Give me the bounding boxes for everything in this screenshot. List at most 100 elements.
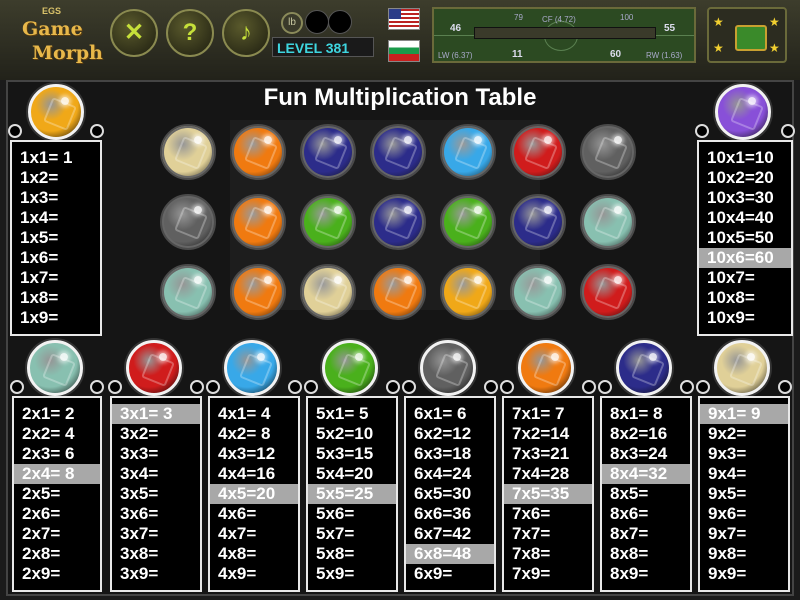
table-3-row-6[interactable]: 3x6= <box>112 504 200 524</box>
table-9-row-6[interactable]: 9x6= <box>700 504 788 524</box>
table-9-row-9[interactable]: 9x9= <box>700 564 788 584</box>
table-9-row-2[interactable]: 9x2= <box>700 424 788 444</box>
gem-red[interactable] <box>580 264 636 320</box>
table-1-row-9[interactable]: 1x9= <box>12 308 100 328</box>
table-6-row-1[interactable]: 6x1= 6 <box>406 404 494 424</box>
table-6-row-9[interactable]: 6x9= <box>406 564 494 584</box>
gem-green[interactable] <box>300 194 356 250</box>
table-5-row-7[interactable]: 5x7= <box>308 524 396 544</box>
table-8-row-9[interactable]: 8x9= <box>602 564 690 584</box>
table-9-row-1[interactable]: 9x1= 9 <box>700 404 788 424</box>
gem-cream[interactable] <box>160 124 216 180</box>
us-flag-button[interactable] <box>388 8 420 30</box>
table-4-row-8[interactable]: 4x8= <box>210 544 298 564</box>
table-9-row-5[interactable]: 9x5= <box>700 484 788 504</box>
table-4-row-5[interactable]: 4x5=20 <box>210 484 298 504</box>
gamemorph-logo[interactable]: EGS Game Morph <box>8 6 103 68</box>
table-10-row-5[interactable]: 10x5=50 <box>699 228 791 248</box>
gem-yellow[interactable] <box>440 264 496 320</box>
table-10-row-3[interactable]: 10x3=30 <box>699 188 791 208</box>
table-1-row-8[interactable]: 1x8= <box>12 288 100 308</box>
table-6-row-5[interactable]: 6x5=30 <box>406 484 494 504</box>
gem-green[interactable] <box>440 194 496 250</box>
table-9-row-4[interactable]: 9x4= <box>700 464 788 484</box>
table-7-row-3[interactable]: 7x3=21 <box>504 444 592 464</box>
table-1-row-2[interactable]: 1x2= <box>12 168 100 188</box>
music-button[interactable]: ♪ <box>222 9 270 57</box>
table-1-row-3[interactable]: 1x3= <box>12 188 100 208</box>
table-2-row-3[interactable]: 2x3= 6 <box>14 444 100 464</box>
table-4-row-4[interactable]: 4x4=16 <box>210 464 298 484</box>
table-2-row-8[interactable]: 2x8= <box>14 544 100 564</box>
table-7-row-6[interactable]: 7x6= <box>504 504 592 524</box>
table-8-row-2[interactable]: 8x2=16 <box>602 424 690 444</box>
gem-navy[interactable] <box>370 194 426 250</box>
table-2-row-5[interactable]: 2x5= <box>14 484 100 504</box>
table-5-row-1[interactable]: 5x1= 5 <box>308 404 396 424</box>
table-9-row-7[interactable]: 9x7= <box>700 524 788 544</box>
table-5-row-4[interactable]: 5x4=20 <box>308 464 396 484</box>
table-10-row-6[interactable]: 10x6=60 <box>699 248 791 268</box>
gem-orange[interactable] <box>230 124 286 180</box>
gem-orange[interactable] <box>230 194 286 250</box>
table-2-row-7[interactable]: 2x7= <box>14 524 100 544</box>
table-7-row-8[interactable]: 7x8= <box>504 544 592 564</box>
gem-teal[interactable] <box>160 264 216 320</box>
table-9-row-3[interactable]: 9x3= <box>700 444 788 464</box>
table-10-row-9[interactable]: 10x9= <box>699 308 791 328</box>
table-10-row-2[interactable]: 10x2=20 <box>699 168 791 188</box>
table-9-row-8[interactable]: 9x8= <box>700 544 788 564</box>
gem-navy[interactable] <box>510 194 566 250</box>
table-7-row-5[interactable]: 7x5=35 <box>504 484 592 504</box>
gem-teal[interactable] <box>510 264 566 320</box>
table-4-row-2[interactable]: 4x2= 8 <box>210 424 298 444</box>
table-3-row-2[interactable]: 3x2= <box>112 424 200 444</box>
gem-skyblue[interactable] <box>440 124 496 180</box>
gem-navy[interactable] <box>300 124 356 180</box>
table-10-row-4[interactable]: 10x4=40 <box>699 208 791 228</box>
table-2-row-1[interactable]: 2x1= 2 <box>14 404 100 424</box>
table-1-row-4[interactable]: 1x4= <box>12 208 100 228</box>
table-8-row-5[interactable]: 8x5= <box>602 484 690 504</box>
table-8-row-1[interactable]: 8x1= 8 <box>602 404 690 424</box>
table-2-row-6[interactable]: 2x6= <box>14 504 100 524</box>
gem-gray[interactable] <box>580 124 636 180</box>
table-6-row-6[interactable]: 6x6=36 <box>406 504 494 524</box>
table-5-row-6[interactable]: 5x6= <box>308 504 396 524</box>
table-4-row-7[interactable]: 4x7= <box>210 524 298 544</box>
table-5-row-2[interactable]: 5x2=10 <box>308 424 396 444</box>
table-2-row-4[interactable]: 2x4= 8 <box>14 464 100 484</box>
table-6-row-3[interactable]: 6x3=18 <box>406 444 494 464</box>
table-2-row-2[interactable]: 2x2= 4 <box>14 424 100 444</box>
table-5-row-3[interactable]: 5x3=15 <box>308 444 396 464</box>
table-8-row-8[interactable]: 8x8= <box>602 544 690 564</box>
table-7-row-1[interactable]: 7x1= 7 <box>504 404 592 424</box>
gem-cream[interactable] <box>300 264 356 320</box>
achievements-button[interactable]: ★ ★ ★ ★ <box>707 7 787 63</box>
table-2-row-9[interactable]: 2x9= <box>14 564 100 584</box>
table-7-row-9[interactable]: 7x9= <box>504 564 592 584</box>
table-8-row-4[interactable]: 8x4=32 <box>602 464 690 484</box>
table-4-row-3[interactable]: 4x3=12 <box>210 444 298 464</box>
table-3-row-4[interactable]: 3x4= <box>112 464 200 484</box>
bulgarian-flag-button[interactable] <box>388 40 420 62</box>
gem-red[interactable] <box>510 124 566 180</box>
table-6-row-8[interactable]: 6x8=48 <box>406 544 494 564</box>
table-4-row-6[interactable]: 4x6= <box>210 504 298 524</box>
table-3-row-5[interactable]: 3x5= <box>112 484 200 504</box>
table-3-row-3[interactable]: 3x3= <box>112 444 200 464</box>
table-1-row-1[interactable]: 1x1= 1 <box>12 148 100 168</box>
table-8-row-3[interactable]: 8x3=24 <box>602 444 690 464</box>
table-6-row-7[interactable]: 6x7=42 <box>406 524 494 544</box>
table-4-row-1[interactable]: 4x1= 4 <box>210 404 298 424</box>
table-3-row-9[interactable]: 3x9= <box>112 564 200 584</box>
table-10-row-7[interactable]: 10x7= <box>699 268 791 288</box>
table-3-row-8[interactable]: 3x8= <box>112 544 200 564</box>
table-6-row-2[interactable]: 6x2=12 <box>406 424 494 444</box>
table-4-row-9[interactable]: 4x9= <box>210 564 298 584</box>
table-8-row-7[interactable]: 8x7= <box>602 524 690 544</box>
table-7-row-7[interactable]: 7x7= <box>504 524 592 544</box>
gem-teal[interactable] <box>580 194 636 250</box>
table-1-row-7[interactable]: 1x7= <box>12 268 100 288</box>
table-10-row-1[interactable]: 10x1=10 <box>699 148 791 168</box>
